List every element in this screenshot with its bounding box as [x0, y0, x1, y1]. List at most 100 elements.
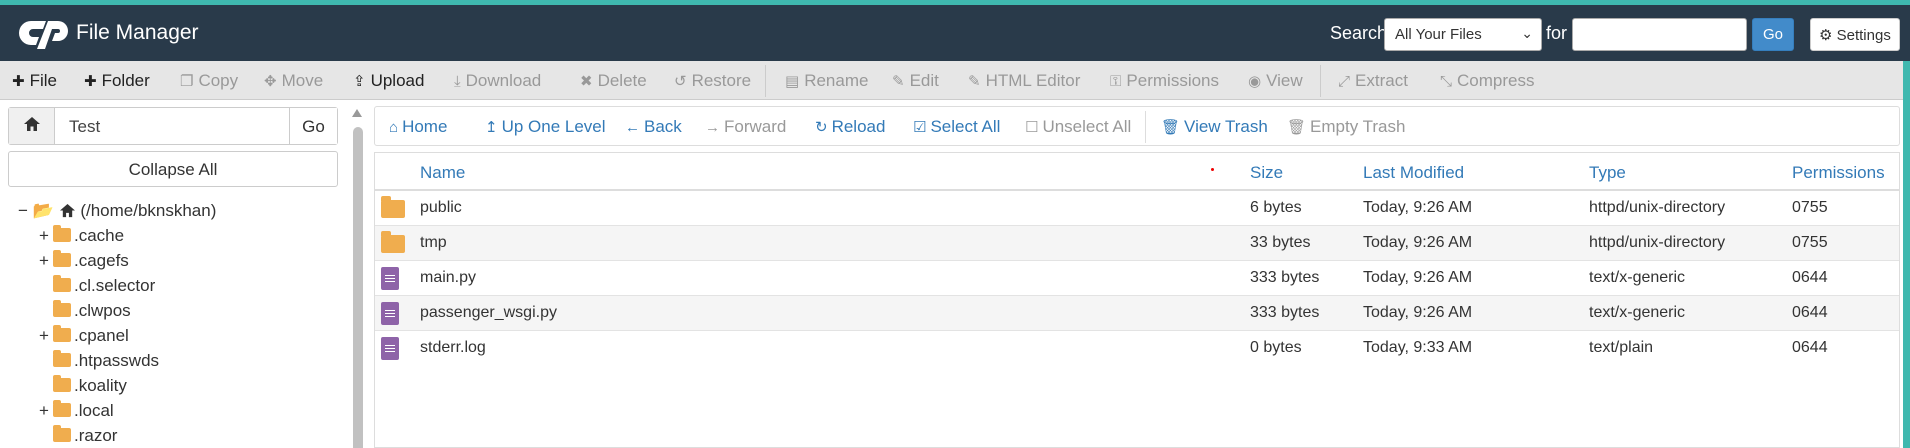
folder-icon: [381, 231, 405, 253]
tree-root[interactable]: − 📂 (/home/bknskhan): [18, 201, 216, 221]
scrollbar-thumb[interactable]: [353, 127, 363, 448]
download-button[interactable]: ⤓ Download: [454, 71, 541, 91]
file-type: text/x-generic: [1589, 269, 1686, 286]
upload-button[interactable]: ⇪ Upload: [353, 71, 424, 91]
file-name[interactable]: tmp: [420, 234, 447, 252]
settings-label: Settings: [1836, 27, 1891, 44]
panel-scrollbar[interactable]: [350, 107, 364, 448]
restore-button[interactable]: ↺ Restore: [674, 71, 751, 91]
scroll-up-icon[interactable]: [352, 109, 362, 117]
search-scope-value: All Your Files: [1395, 26, 1482, 43]
folder-icon: [381, 196, 405, 218]
tree-folder[interactable]: .koality: [53, 375, 127, 396]
tree-folder[interactable]: .clwpos: [53, 300, 131, 321]
column-header-name[interactable]: Name: [420, 163, 465, 183]
rename-button[interactable]: ▤ Rename: [785, 71, 868, 91]
search-input[interactable]: [1572, 18, 1747, 51]
html-editor-button[interactable]: ✎ HTML Editor: [968, 71, 1080, 91]
compress-button[interactable]: ⤡ Compress: [1440, 71, 1534, 91]
file-size: 33 bytes: [1250, 234, 1311, 251]
empty-trash-label: Empty Trash: [1310, 117, 1406, 136]
eye-icon: ◉: [1248, 73, 1262, 90]
file-name[interactable]: passenger_wsgi.py: [420, 304, 557, 322]
empty-trash-button[interactable]: 🗑 Empty Trash: [1287, 117, 1405, 137]
folder-icon: [53, 300, 71, 317]
column-header-size[interactable]: Size: [1250, 163, 1283, 183]
navbar-divider: [1145, 111, 1146, 143]
table-row[interactable]: public 6 bytes Today, 9:26 AM httpd/unix…: [375, 191, 1899, 226]
right-accent-bar: [1903, 61, 1910, 448]
new-folder-button[interactable]: ✚ Folder: [84, 71, 150, 91]
folder-icon: [53, 350, 71, 367]
table-row[interactable]: passenger_wsgi.py 333 bytes Today, 9:26 …: [375, 296, 1899, 331]
tree-folder[interactable]: .razor: [53, 425, 117, 446]
search-go-button[interactable]: Go: [1752, 18, 1794, 51]
copy-label: Copy: [198, 71, 239, 90]
home-icon: ⌂: [389, 119, 399, 136]
permissions-button[interactable]: ⚿ Permissions: [1110, 71, 1219, 91]
delete-label: Delete: [597, 71, 647, 90]
table-row[interactable]: main.py 333 bytes Today, 9:26 AM text/x-…: [375, 261, 1899, 296]
expand-icon[interactable]: +: [38, 226, 50, 246]
arrow-right-icon: →: [705, 119, 720, 136]
file-name[interactable]: stderr.log: [420, 339, 486, 357]
reload-button[interactable]: ↻ Reload: [815, 117, 885, 137]
column-header-permissions[interactable]: Permissions: [1792, 163, 1885, 183]
search-scope-select[interactable]: All Your Files ⌄: [1384, 18, 1542, 51]
column-header-type[interactable]: Type: [1589, 163, 1626, 183]
file-modified: Today, 9:26 AM: [1363, 269, 1473, 286]
expand-icon[interactable]: +: [38, 401, 50, 421]
tree-folder[interactable]: .cl.selector: [53, 275, 155, 296]
nav-home-button[interactable]: ⌂ Home: [389, 117, 447, 137]
settings-button[interactable]: ⚙ Settings: [1810, 18, 1900, 51]
table-row[interactable]: tmp 33 bytes Today, 9:26 AM httpd/unix-d…: [375, 226, 1899, 261]
tree-folder-label: .koality: [74, 376, 127, 395]
cpanel-logo-icon[interactable]: [18, 15, 72, 49]
file-name[interactable]: public: [420, 199, 462, 217]
up-one-level-button[interactable]: ↥ Up One Level: [485, 117, 606, 137]
pencil-icon: ✎: [892, 73, 905, 90]
plus-icon: ✚: [84, 73, 97, 90]
collapse-all-button[interactable]: Collapse All: [8, 151, 338, 187]
file-modified: Today, 9:26 AM: [1363, 304, 1473, 321]
file-type: text/plain: [1589, 339, 1654, 356]
file-name[interactable]: main.py: [420, 269, 476, 287]
tree-folder[interactable]: .local: [53, 400, 114, 421]
file-type: httpd/unix-directory: [1589, 199, 1726, 216]
delete-button[interactable]: ✖ Delete: [580, 71, 647, 91]
file-modified: Today, 9:26 AM: [1363, 234, 1473, 251]
view-button[interactable]: ◉ View: [1248, 71, 1303, 91]
new-file-button[interactable]: ✚ File: [12, 71, 57, 91]
copy-button[interactable]: ❐ Copy: [180, 71, 238, 91]
unselect-all-button[interactable]: ☐ Unselect All: [1025, 117, 1131, 137]
app-title: File Manager: [76, 21, 199, 44]
file-modified: Today, 9:26 AM: [1363, 199, 1473, 216]
edit-square-icon: ✎: [968, 73, 981, 90]
tree-folder[interactable]: .cpanel: [53, 325, 129, 346]
back-button[interactable]: ← Back: [625, 117, 682, 137]
file-permissions: 0755: [1792, 234, 1828, 251]
forward-button[interactable]: → Forward: [705, 117, 786, 137]
view-trash-button[interactable]: 🗑 View Trash: [1161, 117, 1268, 137]
expand-icon[interactable]: +: [38, 251, 50, 271]
edit-button[interactable]: ✎ Edit: [892, 71, 939, 91]
file-size: 333 bytes: [1250, 304, 1320, 321]
tree-folder[interactable]: .cache: [53, 225, 124, 246]
chevron-down-icon: ⌄: [1521, 25, 1533, 41]
table-row[interactable]: stderr.log 0 bytes Today, 9:33 AM text/p…: [375, 331, 1899, 366]
file-type: httpd/unix-directory: [1589, 234, 1726, 251]
path-home-button[interactable]: [9, 108, 55, 144]
home-icon: [59, 203, 75, 218]
tree-folder-label: .cpanel: [74, 326, 129, 345]
tree-folder[interactable]: .cagefs: [53, 250, 129, 271]
extract-button[interactable]: ⤢ Extract: [1338, 71, 1408, 91]
column-header-last-modified[interactable]: Last Modified: [1363, 163, 1464, 183]
path-input[interactable]: Test: [69, 117, 100, 137]
move-button[interactable]: ✥ Move: [264, 71, 323, 91]
tree-folder[interactable]: .htpasswds: [53, 350, 159, 371]
select-all-button[interactable]: ☑ Select All: [913, 117, 1000, 137]
expand-icon[interactable]: +: [38, 326, 50, 346]
sort-indicator-dot: [1211, 168, 1214, 171]
file-permissions: 0644: [1792, 269, 1828, 286]
path-go-button[interactable]: Go: [289, 108, 337, 144]
